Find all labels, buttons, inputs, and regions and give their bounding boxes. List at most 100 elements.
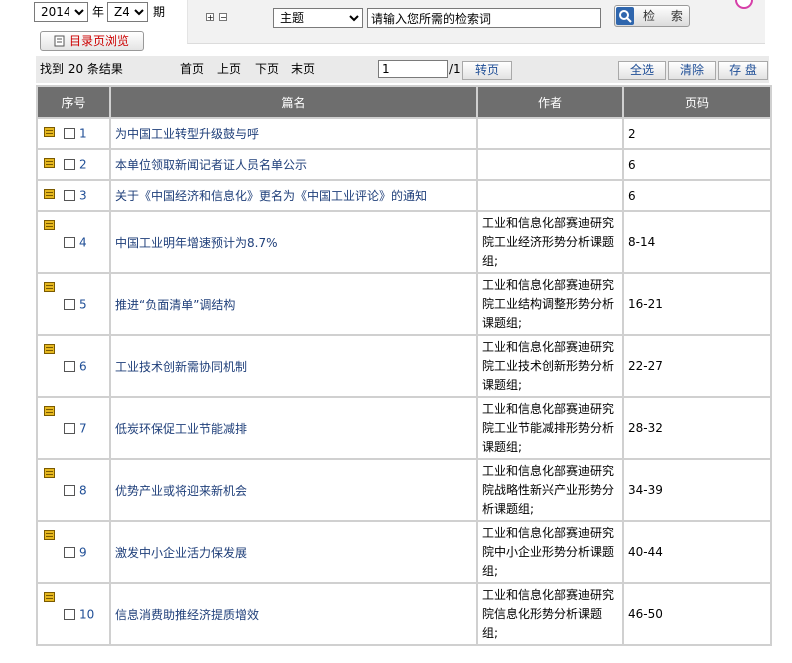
page-total: /1 (449, 62, 461, 76)
page-number-input[interactable] (378, 60, 448, 78)
save-button[interactable]: 存 盘 (718, 61, 768, 80)
row-number[interactable]: 10 (79, 607, 94, 621)
document-icon[interactable] (44, 220, 55, 230)
row-checkbox[interactable] (64, 236, 75, 248)
row-checkbox[interactable] (64, 190, 75, 202)
document-icon[interactable] (44, 468, 55, 478)
document-icon[interactable] (44, 530, 55, 540)
pages-cell: 46-50 (622, 582, 772, 646)
catalog-browse-button[interactable]: 目录页浏览 (40, 31, 144, 51)
row-number[interactable]: 4 (79, 235, 87, 249)
row-number-cell: 4 (36, 210, 111, 274)
row-number-cell: 1 (36, 117, 111, 150)
row-number[interactable]: 5 (79, 297, 87, 311)
article-title-link[interactable]: 优势产业或将迎来新机会 (115, 484, 247, 498)
article-title-link[interactable]: 本单位领取新闻记者证人员名单公示 (115, 158, 307, 172)
author-cell (476, 179, 624, 212)
result-count: 找到 20 条结果 (40, 62, 123, 76)
article-title-link[interactable]: 低炭环保促工业节能减排 (115, 422, 247, 436)
pages-cell: 6 (622, 148, 772, 181)
header-pages: 页码 (622, 85, 772, 119)
article-title-link[interactable]: 关于《中国经济和信息化》更名为《中国工业评论》的通知 (115, 189, 427, 203)
row-number[interactable]: 8 (79, 483, 87, 497)
header-author: 作者 (476, 85, 624, 119)
table-row: 2 本单位领取新闻记者证人员名单公示 6 (36, 148, 772, 181)
search-button[interactable]: 检 索 (614, 5, 690, 27)
issue-label: 期 (153, 5, 166, 19)
table-row: 10 信息消费助推经济提质增效 工业和信息化部赛迪研究院信息化形势分析课题组; 46-… (36, 582, 772, 646)
next-page-link[interactable]: 下页 (255, 56, 279, 83)
goto-page-button[interactable]: 转页 (462, 61, 512, 80)
catalog-browse-label: 目录页浏览 (69, 34, 130, 48)
title-cell: 关于《中国经济和信息化》更名为《中国工业评论》的通知 (109, 179, 478, 212)
catalog-icon (54, 35, 65, 47)
select-all-button[interactable]: 全选 (618, 61, 666, 80)
table-row: 7 低炭环保促工业节能减排 工业和信息化部赛迪研究院工业节能减排形势分析课题组; 28… (36, 396, 772, 460)
title-cell: 本单位领取新闻记者证人员名单公示 (109, 148, 478, 181)
document-icon[interactable] (44, 189, 55, 199)
row-number[interactable]: 7 (79, 421, 87, 435)
author-cell: 工业和信息化部赛迪研究院工业经济形势分析课题组; (476, 210, 624, 274)
row-number-cell: 7 (36, 396, 111, 460)
title-cell: 中国工业明年增速预计为8.7% (109, 210, 478, 274)
pages-cell: 22-27 (622, 334, 772, 398)
article-title-link[interactable]: 中国工业明年增速预计为8.7% (115, 236, 278, 250)
row-number[interactable]: 2 (79, 158, 87, 172)
pages-cell: 40-44 (622, 520, 772, 584)
article-title-link[interactable]: 推进“负面清单”调结构 (115, 298, 235, 312)
row-checkbox[interactable] (64, 484, 75, 496)
title-cell: 低炭环保促工业节能减排 (109, 396, 478, 460)
row-number[interactable]: 1 (79, 127, 87, 141)
table-row: 3 关于《中国经济和信息化》更名为《中国工业评论》的通知 6 (36, 179, 772, 212)
article-title-link[interactable]: 信息消费助推经济提质增效 (115, 608, 259, 622)
year-select[interactable]: 2014 (34, 2, 88, 22)
document-icon[interactable] (44, 158, 55, 168)
row-checkbox[interactable] (64, 608, 75, 620)
row-checkbox[interactable] (64, 422, 75, 434)
pages-cell: 6 (622, 179, 772, 212)
row-number[interactable]: 9 (79, 545, 87, 559)
table-row: 5 推进“负面清单”调结构 工业和信息化部赛迪研究院工业结构调整形势分析课题组; 16… (36, 272, 772, 336)
article-title-link[interactable]: 为中国工业转型升级鼓与呼 (115, 127, 259, 141)
author-cell: 工业和信息化部赛迪研究院战略性新兴产业形势分析课题组; (476, 458, 624, 522)
document-icon[interactable] (44, 127, 55, 137)
row-checkbox[interactable] (64, 298, 75, 310)
search-field-select[interactable]: 主题 (273, 8, 363, 28)
row-number-cell: 10 (36, 582, 111, 646)
row-number-cell: 6 (36, 334, 111, 398)
row-number[interactable]: 3 (79, 189, 87, 203)
search-button-label: 检 索 (643, 9, 689, 23)
table-row: 8 优势产业或将迎来新机会 工业和信息化部赛迪研究院战略性新兴产业形势分析课题组; 3… (36, 458, 772, 522)
article-title-link[interactable]: 激发中小企业活力保发展 (115, 546, 247, 560)
author-cell: 工业和信息化部赛迪研究院信息化形势分析课题组; (476, 582, 624, 646)
title-cell: 优势产业或将迎来新机会 (109, 458, 478, 522)
expand-icon[interactable]: + (206, 13, 214, 22)
document-icon[interactable] (44, 406, 55, 416)
author-cell: 工业和信息化部赛迪研究院工业节能减排形势分析课题组; (476, 396, 624, 460)
document-icon[interactable] (44, 592, 55, 602)
last-page-link[interactable]: 末页 (291, 56, 315, 83)
document-icon[interactable] (44, 282, 55, 292)
article-title-link[interactable]: 工业技术创新需协同机制 (115, 360, 247, 374)
title-cell: 激发中小企业活力保发展 (109, 520, 478, 584)
prev-page-link[interactable]: 上页 (217, 56, 241, 83)
collapse-icon[interactable]: − (219, 13, 227, 22)
search-input[interactable] (367, 8, 601, 28)
row-number[interactable]: 6 (79, 359, 87, 373)
row-number-cell: 8 (36, 458, 111, 522)
document-icon[interactable] (44, 344, 55, 354)
row-checkbox[interactable] (64, 128, 75, 140)
row-checkbox[interactable] (64, 546, 75, 558)
header-title: 篇名 (109, 85, 478, 119)
row-checkbox[interactable] (64, 159, 75, 171)
title-cell: 信息消费助推经济提质增效 (109, 582, 478, 646)
row-checkbox[interactable] (64, 360, 75, 372)
issue-select[interactable]: Z4 (107, 2, 148, 22)
author-cell: 工业和信息化部赛迪研究院工业结构调整形势分析课题组; (476, 272, 624, 336)
pages-cell: 2 (622, 117, 772, 150)
author-cell: 工业和信息化部赛迪研究院工业技术创新形势分析课题组; (476, 334, 624, 398)
clear-button[interactable]: 清除 (668, 61, 716, 80)
first-page-link[interactable]: 首页 (180, 56, 204, 83)
row-number-cell: 2 (36, 148, 111, 181)
title-cell: 工业技术创新需协同机制 (109, 334, 478, 398)
